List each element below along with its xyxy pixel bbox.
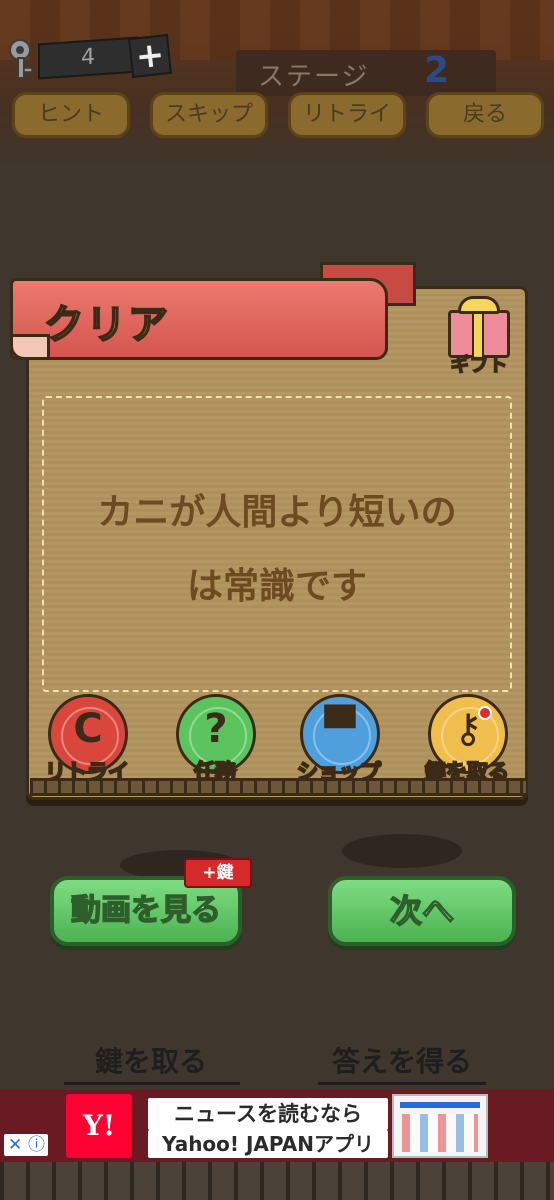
ad-phone-image	[392, 1094, 488, 1158]
mission-glyph: ?	[204, 706, 228, 752]
key-reward-badge: +鍵	[184, 858, 252, 888]
message-line-1: カニが人間より短いの	[97, 492, 457, 533]
skip-button[interactable]: スキップ	[150, 92, 268, 138]
retry-action-button[interactable]: C リトライ	[38, 694, 136, 790]
gift-bow	[458, 296, 500, 314]
shop-action-button[interactable]: ▀ ショップ	[290, 694, 388, 790]
stage-number: 2	[424, 50, 450, 91]
gift-label: ギフト	[450, 353, 509, 377]
get-key-underline	[64, 1082, 240, 1085]
stage-label: ステージ	[258, 62, 370, 92]
bottom-fence	[0, 1162, 554, 1200]
yahoo-logo: Y!	[66, 1094, 132, 1158]
notification-dot	[478, 706, 492, 720]
message-line-2: は常識です	[186, 566, 367, 607]
mission-action-button[interactable]: ? 任務	[166, 694, 264, 790]
info-icon[interactable]: ⓘ	[28, 1134, 45, 1156]
get-answer-underline	[318, 1082, 486, 1085]
close-icon[interactable]: ✕	[8, 1134, 22, 1156]
retry-button-top[interactable]: リトライ	[288, 92, 406, 138]
hint-button[interactable]: ヒント	[12, 92, 130, 138]
add-keys-button[interactable]: +	[128, 34, 172, 78]
gift-button[interactable]: ギフト	[444, 296, 514, 377]
back-button[interactable]: 戻る	[426, 92, 544, 138]
next-button[interactable]: 次へ	[328, 876, 516, 946]
dialog-fence	[30, 778, 526, 796]
get-key-link[interactable]: 鍵を取る	[66, 1040, 236, 1080]
key-glyph: ⚷	[453, 706, 483, 752]
key-count: 4	[38, 36, 138, 80]
get-answer-link[interactable]: 答えを得る	[318, 1040, 486, 1080]
clear-message: カニが人間より短いの は常識です	[42, 476, 512, 624]
retry-glyph: C	[73, 706, 103, 752]
get-key-action-button[interactable]: ⚷ 鍵を取る	[418, 694, 516, 790]
shop-glyph: ▀	[324, 706, 356, 752]
ad-headline: ニュースを読むなら	[148, 1098, 388, 1130]
ad-close-button[interactable]: ✕ ⓘ	[4, 1134, 48, 1156]
character-shadow	[342, 834, 462, 868]
stage-indicator: ステージ 2	[236, 50, 496, 96]
key-counter: 4 +	[6, 34, 176, 82]
ad-subheadline: Yahoo! JAPANアプリ	[148, 1130, 388, 1158]
dialog-title: クリア	[43, 301, 170, 349]
